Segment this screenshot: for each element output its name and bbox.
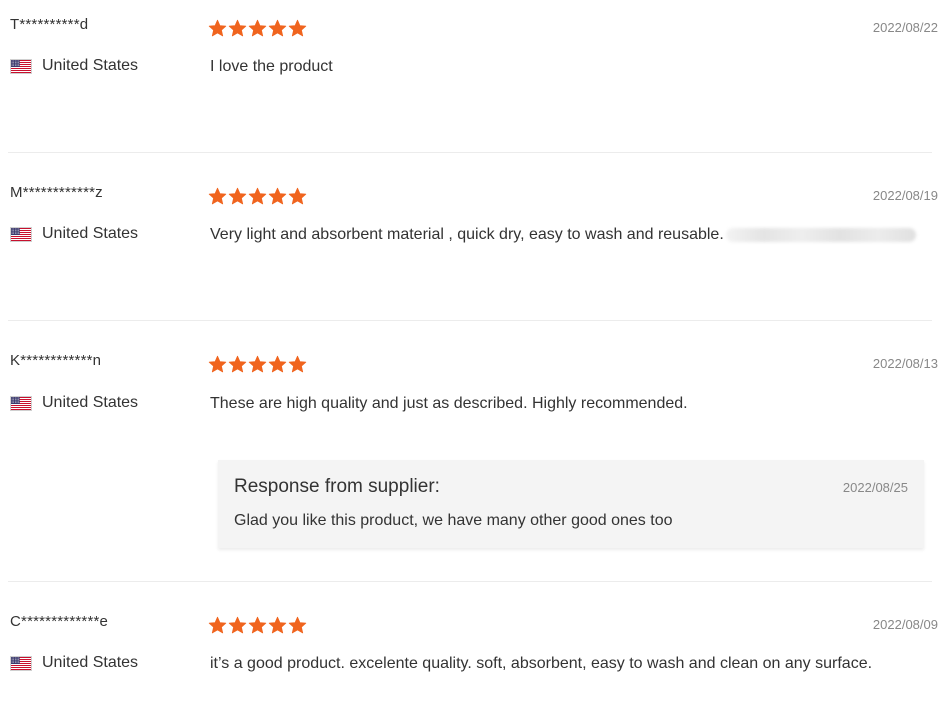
review-text: it’s a good product. excelente quality. … [210,655,873,672]
review-date: 2022/08/13 [872,356,938,371]
star-rating [208,355,307,374]
reviewer-name: K************n [10,352,102,369]
us-flag-icon [10,655,32,671]
supplier-response: Response from supplier: 2022/08/25 Glad … [218,460,924,548]
star-icon [208,616,227,635]
review-date: 2022/08/09 [872,617,938,632]
star-icon [248,187,267,206]
reviewer-country: United States [10,394,138,412]
star-icon [208,187,227,206]
review-divider [8,320,932,321]
star-icon [248,19,267,38]
reviewer-country: United States [10,225,138,243]
review-date: 2022/08/22 [872,20,938,35]
review-text: Very light and absorbent material , quic… [210,226,724,243]
reviewer-name: C*************e [10,613,109,630]
star-icon [228,355,247,374]
supplier-response-date: 2022/08/25 [842,480,908,495]
reviewer-name: T**********d [10,16,89,33]
country-label: United States [42,654,139,671]
star-icon [248,355,267,374]
reviewer-name: M************z [10,184,103,201]
review-divider [8,152,932,153]
country-label: United States [42,225,139,242]
star-icon [268,19,287,38]
reviewer-country: United States [10,654,138,672]
star-rating [208,616,307,635]
review-date: 2022/08/19 [872,188,938,203]
star-icon [208,355,227,374]
review-text: I love the product [210,58,333,75]
us-flag-icon [10,395,32,411]
star-icon [228,616,247,635]
star-icon [228,19,247,38]
review-text-container: Very light and absorbent material , quic… [210,226,916,244]
star-rating [208,187,307,206]
review-text: These are high quality and just as descr… [210,395,688,412]
star-icon [268,616,287,635]
star-icon [268,355,287,374]
country-label: United States [42,394,139,411]
us-flag-icon [10,226,32,242]
supplier-response-text: Glad you like this product, we have many… [234,512,673,529]
reviewer-country: United States [10,57,138,75]
blurred-content [725,227,916,242]
star-icon [288,187,307,206]
country-label: United States [42,57,139,74]
star-icon [268,187,287,206]
star-icon [288,616,307,635]
star-icon [208,19,227,38]
star-rating [208,19,307,38]
star-icon [288,19,307,38]
us-flag-icon [10,58,32,74]
star-icon [228,187,247,206]
star-icon [288,355,307,374]
star-icon [248,616,267,635]
supplier-response-title: Response from supplier: [234,476,440,497]
review-divider [8,581,932,582]
